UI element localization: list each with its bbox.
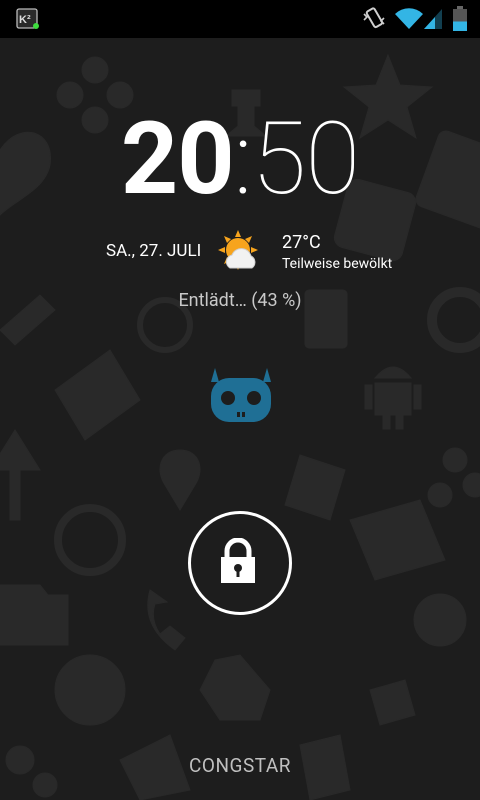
android-icon (364, 366, 422, 430)
cyanogenmod-cid-icon (211, 368, 271, 422)
carrier-label: CONGSTAR (189, 754, 291, 777)
folder-icon (0, 584, 69, 646)
globe-icon (54, 654, 126, 726)
map-pin-icon (159, 449, 201, 511)
date-label: SA., 27. JULI (106, 241, 202, 261)
arrow-up-icon (0, 429, 41, 521)
clock-face-icon (54, 504, 126, 576)
chip-shape (413, 593, 467, 647)
thumb-shape (369, 679, 416, 726)
stamp-shape (284, 454, 346, 521)
signal-icon (424, 9, 442, 29)
battery-icon (453, 6, 467, 31)
battery-fill (453, 21, 467, 31)
svg-text:K²: K² (19, 14, 31, 26)
status-bar[interactable]: K² (0, 0, 480, 38)
clock: 20:50 (0, 110, 480, 210)
partly-cloudy-icon (218, 230, 258, 270)
molecule-node-icon (56, 81, 84, 109)
padlock-icon (221, 538, 255, 583)
clock-hours: 20 (120, 101, 235, 218)
folder-shape (349, 499, 446, 581)
wifi-icon (395, 8, 423, 30)
font-card-shape (54, 349, 141, 441)
phone-icon (147, 589, 186, 651)
clock-separator: : (233, 101, 253, 218)
weather-temperature: 27°C (282, 232, 321, 253)
hand-icon (199, 654, 271, 721)
k2-notification-icon: K² (16, 8, 40, 30)
vibrate-icon (363, 7, 385, 29)
battery-status-label: Entlädt… (43 %) (178, 290, 302, 311)
clock-minutes: 50 (251, 101, 360, 218)
weather-condition: Teilweise bewölkt (282, 256, 393, 272)
